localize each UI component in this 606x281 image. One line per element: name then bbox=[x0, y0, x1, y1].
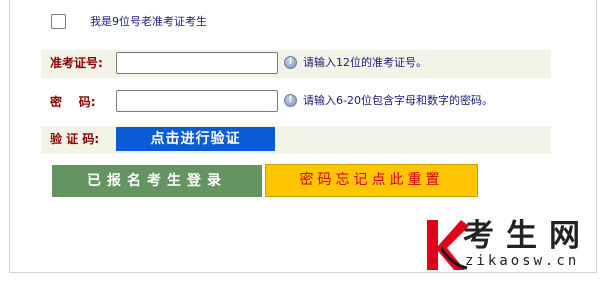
info-icon: ! bbox=[284, 56, 297, 69]
exam-id-hint: 请输入12位的准考证号。 bbox=[303, 56, 427, 69]
password-input[interactable] bbox=[116, 90, 278, 112]
reset-password-button[interactable]: 密码忘记点此重置 bbox=[265, 164, 478, 197]
logo-name: 考生网 bbox=[463, 218, 592, 254]
password-label: 密 码: bbox=[50, 95, 96, 109]
old-candidate-label: 我是9位号老准考证考生 bbox=[90, 15, 207, 28]
captcha-verify-button[interactable]: 点击进行验证 bbox=[116, 127, 275, 151]
login-button[interactable]: 已报名考生登录 bbox=[52, 165, 262, 197]
captcha-label: 验 证 码: bbox=[50, 132, 100, 146]
password-hint: 请输入6-20位包含字母和数字的密码。 bbox=[303, 94, 493, 107]
zikaosw-logo: 考生网 zikaosw.cn bbox=[425, 218, 597, 273]
info-icon: ! bbox=[284, 94, 297, 107]
logo-domain: zikaosw.cn bbox=[465, 253, 580, 269]
exam-id-input[interactable] bbox=[116, 52, 278, 74]
old-candidate-checkbox[interactable] bbox=[51, 14, 66, 29]
exam-id-label: 准考证号: bbox=[50, 56, 103, 70]
